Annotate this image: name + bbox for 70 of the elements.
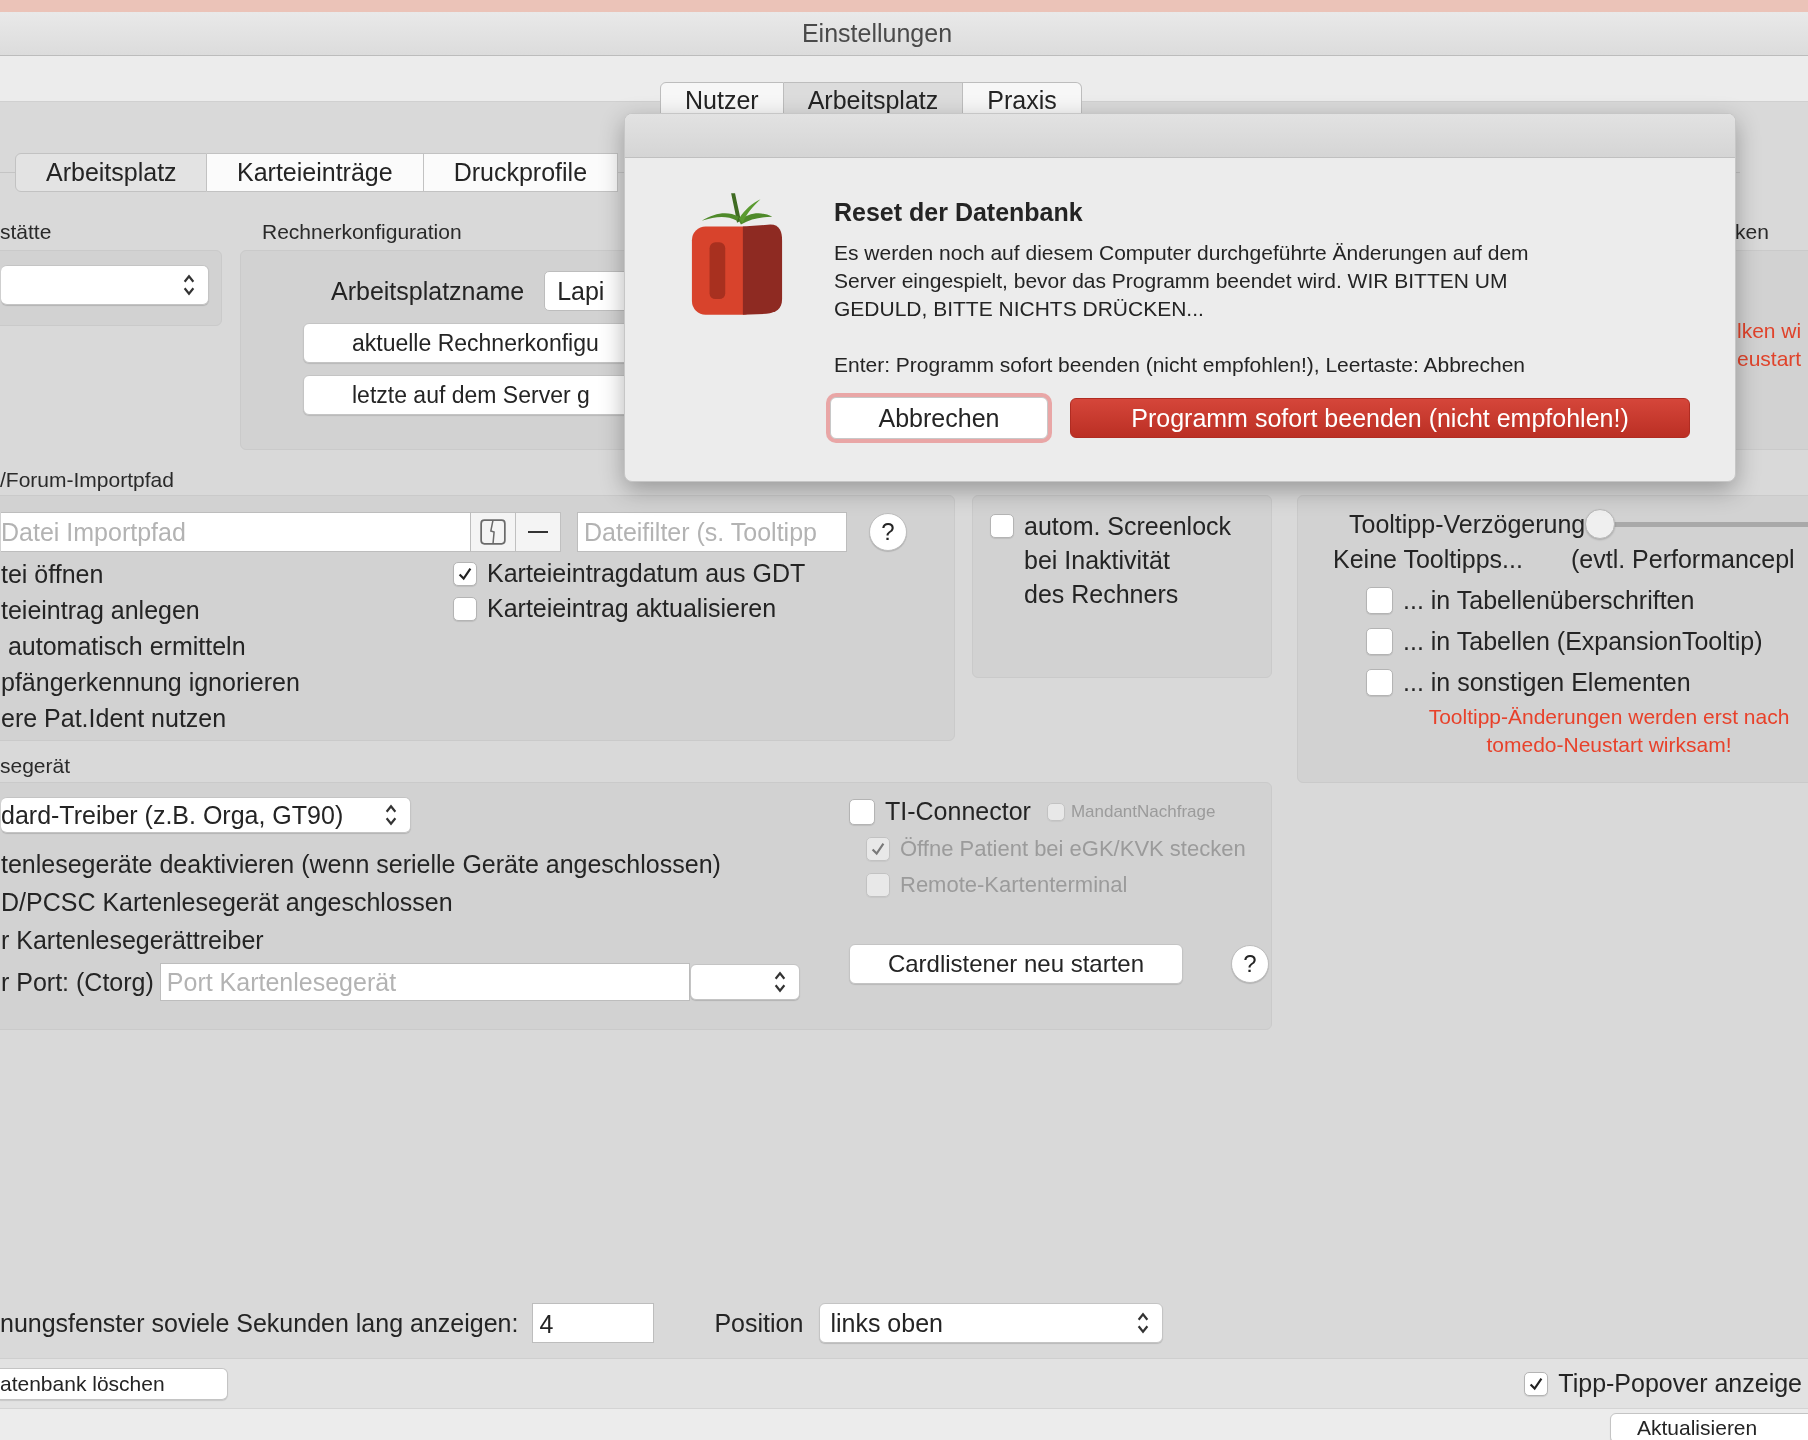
checkbox-label: autom. Screenlock bei Inaktivität des Rechners — [1024, 511, 1232, 610]
window-title: Einstellungen — [800, 19, 954, 48]
checkbox-label: Tipp-Popover anzeige — [1558, 1369, 1802, 1398]
note-text: (evtl. Performancepl — [1570, 545, 1795, 574]
dialog-message: Enter: Programm sofort beenden (nicht empfohlen!), Leertaste: Abbrechen — [834, 352, 1527, 378]
field-label: r Port: (Ctorg) — [1, 967, 154, 997]
push-button[interactable]: Cardlistener neu starten — [849, 944, 1183, 984]
chevron-icon — [772, 970, 787, 994]
dialog-button[interactable]: Programm sofort beenden (nicht empfohlen!) — [1070, 398, 1690, 438]
checkbox-label: Karteieintrag aktualisieren — [487, 594, 777, 623]
checkbox-label: teieintrag anlegen — [1, 595, 201, 626]
section-label: Rechnerkonfiguration — [262, 220, 462, 244]
checkbox[interactable] — [1366, 628, 1393, 655]
checkmark-icon — [869, 840, 887, 858]
checkbox[interactable] — [1524, 1371, 1549, 1396]
checkbox[interactable] — [990, 514, 1014, 538]
slider-thumb[interactable] — [1585, 509, 1616, 539]
field-label: Arbeitsplatzname — [331, 276, 525, 306]
checkbox-label: tenlesegeräte deaktivieren (wenn serielle Geräte angeschlossen) — [1, 849, 722, 880]
tab[interactable]: Arbeitsplatz — [15, 153, 207, 192]
checkbox[interactable] — [1366, 669, 1393, 696]
field-label: nungsfenster soviele Sekunden lang anzeigen: — [0, 1308, 519, 1338]
checkbox-label: D/PCSC Kartenlesegerät angeschlossen — [1, 887, 454, 918]
remove-button[interactable] — [516, 512, 561, 552]
checkbox-label: TI-Connector — [885, 797, 1031, 826]
section-label: segerät — [0, 754, 71, 778]
chevron-icon — [1136, 1311, 1151, 1335]
help-button[interactable]: ? — [869, 513, 907, 551]
checkbox-label: ... in Tabellenüberschriften — [1403, 586, 1695, 615]
input-field[interactable]: Datei Importpfad — [1, 512, 471, 552]
section-label: stätte — [0, 220, 52, 244]
checkbox[interactable] — [1366, 587, 1393, 614]
option-label: Keine Tooltipps... — [1333, 545, 1523, 574]
checkbox-label: automatisch ermitteln — [6, 631, 247, 662]
popup-select[interactable] — [1, 265, 209, 305]
field-label: Position — [714, 1308, 804, 1338]
popup-select[interactable]: dard-Treiber (z.B. Orga, GT90) — [1, 797, 411, 833]
checkbox-label: pfängerkennung ignorieren — [1, 667, 301, 698]
chevron-icon — [182, 273, 196, 297]
minus-icon — [528, 530, 548, 534]
checkbox-label: Karteieintragdatum aus GDT — [487, 559, 806, 588]
slider-label: Tooltipp-Verzögerung — [1349, 510, 1586, 539]
checkbox[interactable] — [453, 596, 477, 621]
input-field[interactable]: Port Kartenlesegerät — [159, 963, 690, 1001]
input-field[interactable]: 4 — [532, 1303, 655, 1343]
checkbox-label: ... in sonstigen Elementen — [1403, 668, 1691, 697]
checkbox[interactable] — [849, 798, 875, 825]
warning-text: lken wi — [1737, 318, 1803, 344]
chevron-icon — [384, 803, 398, 827]
dialog-message: Es werden noch auf diesem Computer durchgeführte Änderungen auf dem Server eingespielt, bevor das Programm beendet wird. WIR BITTEN UM GEDULD, BITTE NICHTS DRÜCKEN... — [834, 240, 1530, 322]
help-button[interactable]: ? — [1231, 945, 1269, 983]
checkbox-label: r Kartenlesegerättreiber — [1, 925, 265, 956]
tab[interactable]: Karteieinträge — [207, 153, 424, 192]
warning-text: Tooltipp-Änderungen werden erst nach tomedo-Neustart wirksam! — [1427, 704, 1791, 758]
checkbox-label: tei öffnen — [1, 559, 105, 590]
split-square-icon — [479, 518, 507, 546]
browse-button[interactable] — [471, 512, 516, 552]
checkbox[interactable] — [453, 561, 477, 586]
checkbox-label: ... in Tabellen (ExpansionTooltip) — [1403, 627, 1763, 656]
push-button[interactable]: atenbank löschen — [0, 1367, 228, 1400]
tab[interactable]: Druckprofile — [423, 153, 619, 192]
popup-select[interactable] — [689, 964, 800, 1000]
dialog-heading: Reset der Datenbank — [834, 198, 1084, 227]
section-label: /Forum-Importpfad — [0, 468, 174, 492]
checkbox-label: ere Pat.Ident nutzen — [1, 703, 228, 734]
section-label: ken — [1735, 220, 1769, 244]
input-field[interactable]: Dateifilter (s. Tooltipp — [577, 512, 847, 552]
popup-select[interactable]: links oben — [819, 1303, 1164, 1343]
warning-text: eustart — [1737, 346, 1803, 372]
push-button[interactable]: Aktualisieren — [1610, 1413, 1808, 1440]
